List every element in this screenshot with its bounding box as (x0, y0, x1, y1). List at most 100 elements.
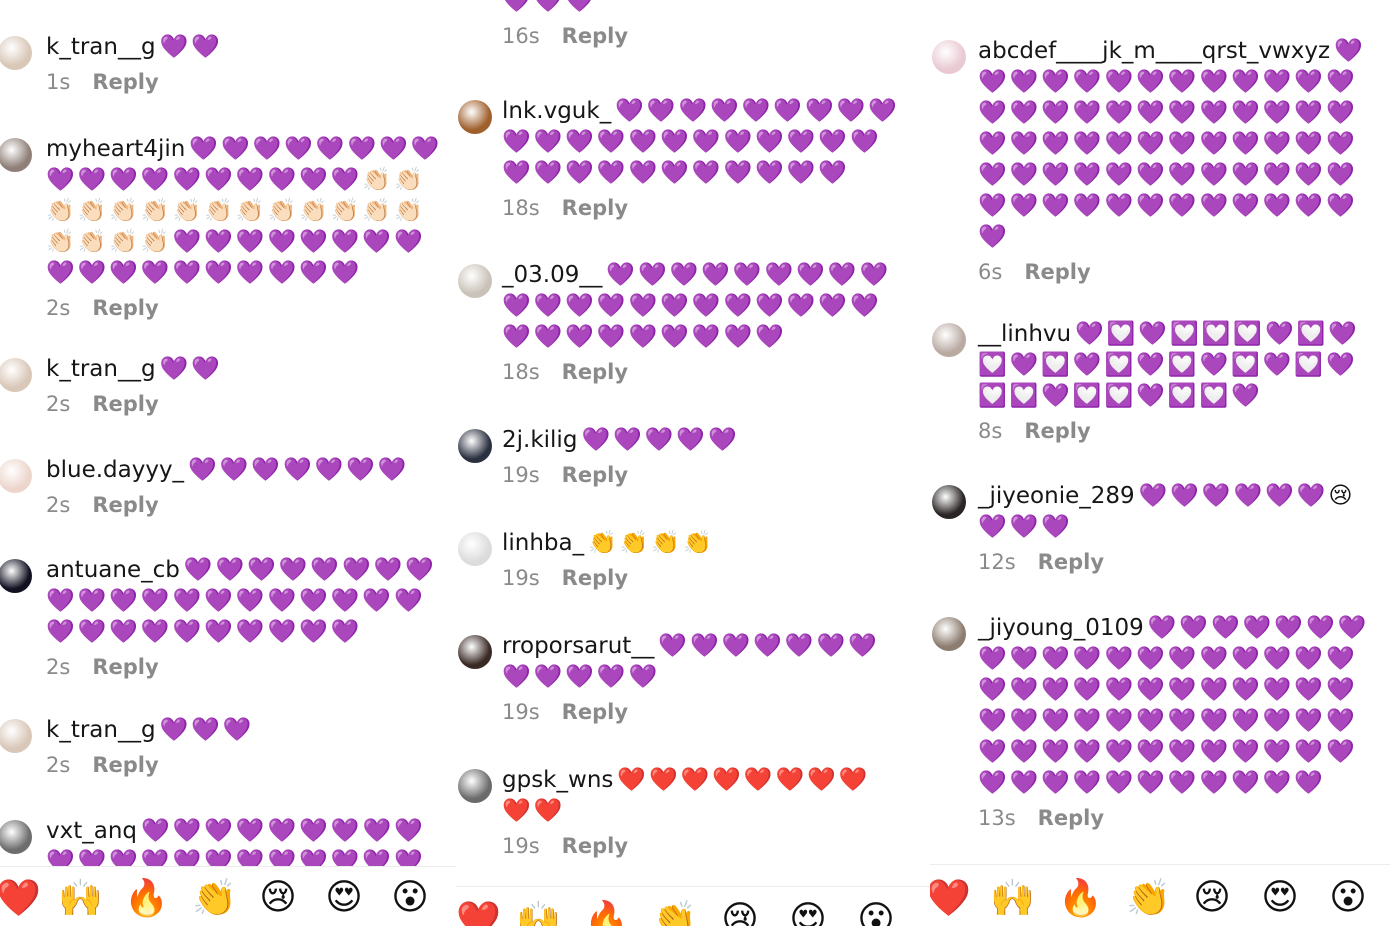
reply-button[interactable]: Reply (562, 463, 628, 487)
comment-time: 19s (502, 834, 540, 858)
avatar[interactable] (932, 323, 966, 357)
reaction-raised-hands-icon[interactable]: 🙌 (516, 899, 561, 926)
avatar[interactable] (0, 358, 32, 392)
avatar[interactable] (932, 617, 966, 651)
comment-username[interactable]: k_tran__g (46, 354, 156, 385)
comment-text: 💜💜💜💜💜💜💜💜💜💜💜💜 (502, 129, 882, 155)
comment-text: 💜💜💜💜💜💜💜💜💜💜 (46, 260, 363, 286)
reaction-heart-icon[interactable]: ❤️ (456, 899, 501, 926)
reaction-crying-icon[interactable]: 😢 (720, 899, 760, 926)
comment-time: 8s (978, 419, 1003, 443)
reaction-surprised-icon[interactable]: 😮 (390, 877, 430, 918)
reaction-crying-icon[interactable]: 😢 (1192, 877, 1232, 918)
reply-button[interactable]: Reply (562, 566, 628, 590)
avatar[interactable] (0, 459, 32, 493)
avatar[interactable] (458, 264, 492, 298)
avatar[interactable] (0, 36, 32, 70)
reply-button[interactable]: Reply (92, 753, 158, 777)
comment-text: 💜💜💜💜💜💜💜💜💜💜💜💜 (502, 293, 882, 319)
reply-button[interactable]: Reply (1038, 550, 1104, 574)
comment-username[interactable]: 2j.kilig (502, 425, 577, 456)
avatar[interactable] (932, 40, 966, 74)
comment-username[interactable]: lnk.vguk_ (502, 96, 611, 127)
reaction-clap-icon[interactable]: 👏 (192, 877, 237, 919)
reaction-surprised-icon[interactable]: 😮 (856, 899, 896, 926)
reaction-bar: ❤️ 🙌 🔥 👏 😢 😍 😮 (456, 886, 930, 926)
reaction-heart-icon[interactable]: ❤️ (930, 877, 971, 919)
reaction-bar: ❤️ 🙌 🔥 👏 😢 😍 😮 (0, 866, 460, 926)
reply-button[interactable]: Reply (562, 24, 628, 48)
comment-text: 💜💜💜💜💜💜💜💜💜 (502, 324, 787, 350)
avatar[interactable] (0, 138, 32, 172)
reply-button[interactable]: Reply (92, 296, 158, 320)
comment-username[interactable]: antuane_cb (46, 555, 180, 586)
comment-username[interactable]: gpsk_wns (502, 765, 613, 796)
comment-username[interactable]: k_tran__g (46, 715, 156, 746)
reply-button[interactable]: Reply (92, 655, 158, 679)
avatar[interactable] (458, 429, 492, 463)
reaction-raised-hands-icon[interactable]: 🙌 (990, 877, 1035, 919)
avatar[interactable] (0, 559, 32, 593)
comment-username[interactable]: blue.dayyy_ (46, 455, 184, 486)
reaction-heart-eyes-icon[interactable]: 😍 (1260, 877, 1300, 918)
avatar[interactable] (0, 719, 32, 753)
comment-username[interactable]: rroporsarut__ (502, 631, 654, 662)
reaction-surprised-icon[interactable]: 😮 (1328, 877, 1368, 918)
reply-button[interactable]: Reply (562, 360, 628, 384)
comment-text: 💜💜💜💜💜💜💜💜💜💜💜💜 (978, 646, 1358, 672)
reaction-heart-icon[interactable]: ❤️ (0, 877, 41, 919)
reply-button[interactable]: Reply (562, 834, 628, 858)
reaction-raised-hands-icon[interactable]: 🙌 (58, 877, 103, 919)
comment-text: 💜💜💜💜💜💜💜💜💜💜💜💜 (978, 100, 1358, 126)
comment-text: 💜💜💜💜💜💜💜💜💜💜💜💜 (978, 677, 1358, 703)
avatar[interactable] (932, 485, 966, 519)
reaction-fire-icon[interactable]: 🔥 (124, 877, 169, 919)
reaction-clap-icon[interactable]: 👏 (1126, 877, 1171, 919)
comment-username[interactable]: vxt_anq (46, 816, 137, 847)
avatar[interactable] (458, 635, 492, 669)
comment-text: 💜 (978, 224, 1010, 250)
reaction-heart-eyes-icon[interactable]: 😍 (324, 877, 364, 918)
comment-text: 💜💜 (159, 356, 223, 382)
comment-text: ❤️❤️ (502, 798, 566, 824)
comment-text: 💜💜💜💜💜💜💜💜💜💜💜 (978, 770, 1327, 796)
comments-column-1[interactable]: k_tran__g 💜💜 1s Reply myheart4jin 💜💜💜💜💜💜💜💜 … (0, 0, 460, 926)
reaction-heart-eyes-icon[interactable]: 😍 (788, 899, 828, 926)
comments-column-2[interactable]: 💜💜💜 16s Reply lnk.vguk_ 💜💜💜💜💜💜💜💜💜 💜💜💜💜💜💜💜💜… (456, 0, 930, 926)
avatar[interactable] (0, 820, 32, 854)
comment-text: 💜💟💜💟💟💟💜💟💜 (1075, 321, 1360, 347)
comment-username[interactable]: k_tran__g (46, 32, 156, 63)
comments-column-3[interactable]: abcdef____jk_m____qrst_vwxyz 💜 💜💜💜💜💜💜💜💜💜💜… (930, 0, 1390, 926)
reply-button[interactable]: Reply (92, 70, 158, 94)
reply-button[interactable]: Reply (562, 700, 628, 724)
comment-username[interactable]: myheart4jin (46, 134, 185, 165)
reaction-fire-icon[interactable]: 🔥 (1058, 877, 1103, 919)
comment-username[interactable]: _03.09__ (502, 260, 602, 291)
comment-username[interactable]: linhba_ (502, 528, 584, 559)
comment-text: 💜💜💜💜💜💜💜💜💜💜💜💜 (978, 162, 1358, 188)
comment-username[interactable]: _jiyoung_0109 (978, 613, 1144, 644)
reply-button[interactable]: Reply (562, 196, 628, 220)
comment-text: 💜💜💜💜💜💜💜💜💜💜💜💜 (978, 708, 1358, 734)
comment-text: 💟💜💟💜💟💜💟💜💟💜💟💜 (978, 352, 1358, 378)
comment-text: 💜💜💜💜💜💜💜💜💜💜💜 (502, 160, 851, 186)
avatar[interactable] (458, 532, 492, 566)
comment-time: 18s (502, 196, 540, 220)
reaction-crying-icon[interactable]: 😢 (258, 877, 298, 918)
comment-username[interactable]: abcdef____jk_m____qrst_vwxyz (978, 36, 1330, 67)
reply-button[interactable]: Reply (1024, 260, 1090, 284)
avatar[interactable] (458, 100, 492, 134)
comment-text: 💜💜💜💜💜💜💜 (1147, 615, 1370, 641)
comment-text: 💜💜💜💜💜 (581, 427, 740, 453)
reaction-fire-icon[interactable]: 🔥 (584, 899, 629, 926)
reply-button[interactable]: Reply (1038, 806, 1104, 830)
reaction-clap-icon[interactable]: 👏 (652, 899, 697, 926)
comment-username[interactable]: __linhvu (978, 319, 1071, 350)
comment-text: ❤️❤️❤️❤️❤️❤️❤️❤️ (617, 767, 871, 793)
comment-username[interactable]: _jiyeonie_289 (978, 481, 1135, 512)
reply-button[interactable]: Reply (92, 493, 158, 517)
reply-button[interactable]: Reply (92, 392, 158, 416)
reply-button[interactable]: Reply (1024, 419, 1090, 443)
avatar[interactable] (458, 769, 492, 803)
comment-text: 💜💜💜💜💜💜💜💜💜 (141, 818, 426, 844)
